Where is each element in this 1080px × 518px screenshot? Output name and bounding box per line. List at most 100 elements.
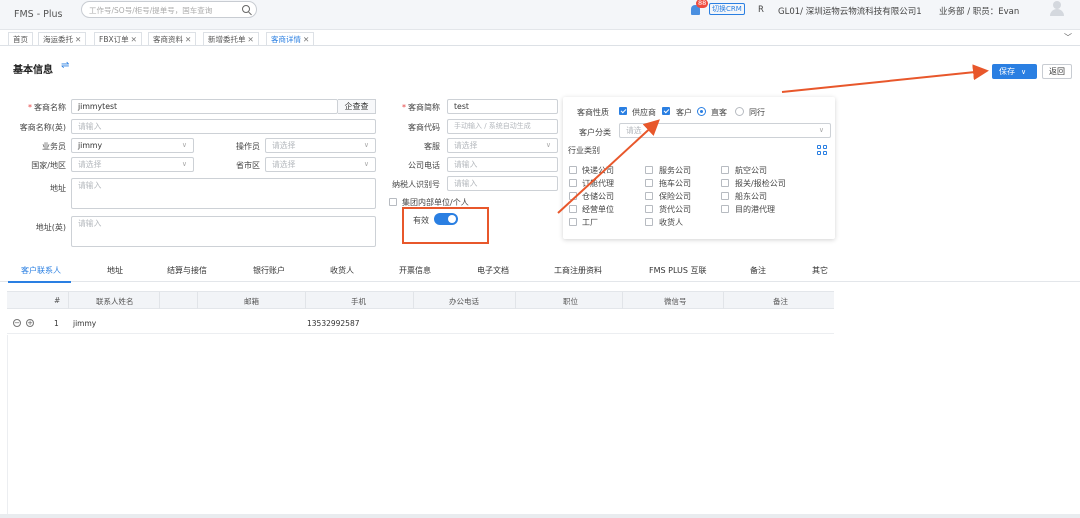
industry-checkbox[interactable] — [569, 192, 577, 200]
industry-item: 货代公司 — [659, 205, 691, 214]
address-en-textarea[interactable]: 请输入 — [71, 216, 376, 247]
table-row[interactable]: − + 1 jimmy 13532992587 — [7, 310, 834, 334]
industry-checkbox[interactable] — [721, 192, 729, 200]
subtab-fms-plus[interactable]: FMS PLUS 互联 — [649, 265, 706, 276]
tab-customer-detail[interactable]: 客商详情 ✕ — [266, 32, 315, 46]
address-label: 地址 — [50, 184, 66, 193]
province-label: 省市区 — [236, 161, 260, 170]
industry-checkbox[interactable] — [721, 179, 729, 187]
internal-checkbox[interactable] — [389, 198, 397, 206]
industry-item: 工厂 — [582, 218, 598, 227]
remove-row-icon[interactable]: − — [13, 319, 21, 327]
tab-home[interactable]: 首页 — [8, 32, 33, 46]
category-select[interactable]: 请选 ∨ — [619, 123, 831, 138]
app-title: FMS - Plus — [14, 9, 63, 20]
industry-checkbox[interactable] — [645, 166, 653, 174]
tab-new-booking[interactable]: 新增委托单 ✕ — [203, 32, 259, 46]
search-placeholder: 工作号/SO号/柜号/提单号，国车查询 — [89, 6, 213, 15]
name-input[interactable]: jimmytest — [71, 99, 338, 114]
active-tab-underline — [8, 281, 71, 283]
address-textarea[interactable]: 请输入 — [71, 178, 376, 209]
address-en-label: 地址(英) — [35, 223, 66, 232]
divider — [7, 335, 8, 518]
industry-checkbox[interactable] — [569, 218, 577, 226]
short-name-input[interactable]: test — [447, 99, 558, 114]
subtab-consignee[interactable]: 收货人 — [330, 265, 354, 276]
direct-radio[interactable] — [697, 107, 706, 116]
province-select[interactable]: 请选择 ∨ — [265, 157, 376, 172]
industry-checkbox[interactable] — [569, 166, 577, 174]
supplier-checkbox[interactable] — [619, 107, 627, 115]
name-label: * 客商名称 — [28, 103, 66, 112]
peer-radio[interactable] — [735, 107, 744, 116]
sliders-icon[interactable]: ⇌ — [61, 60, 69, 71]
code-input[interactable]: 手动输入 / 系统自动生成 — [447, 119, 558, 134]
phone-input[interactable]: 请输入 — [447, 157, 558, 172]
industry-checkbox[interactable] — [721, 205, 729, 213]
tab-customer-info[interactable]: 客商资料 ✕ — [148, 32, 197, 46]
search-icon[interactable] — [242, 5, 250, 13]
save-button[interactable]: 保存 ∨ — [992, 64, 1037, 79]
subtab-settlement[interactable]: 结算与接信 — [167, 265, 207, 276]
direct-label: 直客 — [711, 108, 727, 117]
subtab-invoice[interactable]: 开票信息 — [399, 265, 431, 276]
switch-crm-button[interactable]: 切换CRM — [709, 3, 745, 15]
industry-item: 报关/报检公司 — [735, 179, 786, 188]
row-mobile[interactable]: 13532992587 — [307, 319, 360, 328]
industry-checkbox[interactable] — [645, 205, 653, 213]
country-select[interactable]: 请选择 ∨ — [71, 157, 194, 172]
chevron-down-icon: ∨ — [181, 160, 187, 168]
tab-fbx-order[interactable]: FBX订单 ✕ — [94, 32, 142, 46]
industry-checkbox[interactable] — [645, 179, 653, 187]
industry-checkbox[interactable] — [721, 166, 729, 174]
row-index: 1 — [54, 319, 59, 328]
operator-select[interactable]: 请选择 ∨ — [265, 138, 376, 153]
phone-label: 公司电话 — [408, 161, 440, 170]
chevron-down-icon: ∨ — [363, 160, 369, 168]
customer-label: 客户 — [676, 108, 692, 117]
industry-item: 拖车公司 — [659, 179, 691, 188]
enterprise-check-button[interactable]: 企查查 — [338, 99, 376, 114]
add-row-icon[interactable]: + — [26, 319, 34, 327]
tab-sea-booking[interactable]: 海运委托 ✕ — [38, 32, 87, 46]
salesman-select[interactable]: jimmy ∨ — [71, 138, 194, 153]
chevron-down-icon: ∨ — [1021, 68, 1027, 76]
subtab-other[interactable]: 其它 — [812, 265, 828, 276]
subtab-registration[interactable]: 工商注册资料 — [554, 265, 602, 276]
close-icon[interactable]: ✕ — [75, 35, 81, 44]
user-role[interactable]: 业务部 / 职员：Evan — [939, 5, 1019, 17]
industry-checkbox[interactable] — [569, 179, 577, 187]
subtab-documents[interactable]: 电子文档 — [477, 265, 509, 276]
close-icon[interactable]: ✕ — [131, 35, 137, 44]
subtab-contacts[interactable]: 客户联系人 — [21, 265, 61, 276]
close-icon[interactable]: ✕ — [185, 35, 191, 44]
arrow-to-save — [781, 64, 989, 93]
tax-input[interactable]: 请输入 — [447, 176, 558, 191]
customer-checkbox[interactable] — [662, 107, 670, 115]
subtab-address[interactable]: 地址 — [107, 265, 123, 276]
subtab-remarks[interactable]: 备注 — [750, 265, 766, 276]
detail-tabs: 客户联系人 地址 结算与接信 银行账户 收货人 开票信息 电子文档 工商注册资料… — [0, 259, 1080, 282]
grid-icon[interactable] — [817, 145, 827, 155]
subtab-bank[interactable]: 银行账户 — [253, 265, 285, 276]
row-name[interactable]: jimmy — [73, 319, 96, 328]
industry-checkbox[interactable] — [569, 205, 577, 213]
name-en-input[interactable]: 请输入 — [71, 119, 376, 134]
chevron-down-icon: ∨ — [181, 141, 187, 149]
industry-label: 行业类别 — [568, 146, 600, 155]
avatar[interactable] — [1050, 0, 1064, 16]
chevron-down-icon[interactable]: ﹀ — [1064, 32, 1072, 43]
industry-item: 船东公司 — [735, 192, 767, 201]
back-button[interactable]: 返回 — [1042, 64, 1072, 79]
industry-item: 航空公司 — [735, 166, 767, 175]
global-search[interactable]: 工作号/SO号/柜号/提单号，国车查询 — [81, 1, 257, 18]
company-name[interactable]: GL01/ 深圳运物云物流科技有限公司1 — [778, 5, 922, 17]
scrollbar[interactable] — [0, 514, 1080, 518]
cs-select[interactable]: 请选择 ∨ — [447, 138, 558, 153]
close-icon[interactable]: ✕ — [248, 35, 254, 44]
user-icon[interactable]: R — [758, 5, 764, 15]
short-name-label: * 客商简称 — [402, 103, 440, 112]
industry-checkbox[interactable] — [645, 192, 653, 200]
industry-checkbox[interactable] — [645, 218, 653, 226]
close-icon[interactable]: ✕ — [303, 35, 309, 44]
